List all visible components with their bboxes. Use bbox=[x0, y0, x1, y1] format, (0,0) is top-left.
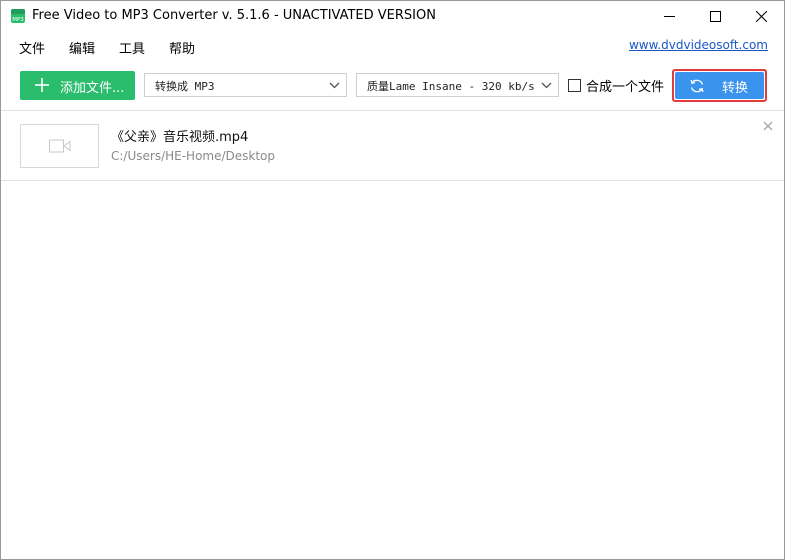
minimize-icon bbox=[663, 16, 675, 17]
file-list: 《父亲》音乐视频.mp4 C:/Users/HE-Home/Desktop bbox=[1, 112, 784, 559]
video-thumbnail bbox=[20, 124, 99, 168]
menu-edit[interactable]: 编辑 bbox=[69, 38, 95, 57]
output-format-select[interactable]: 转换成 MP3 bbox=[144, 73, 347, 97]
minimize-button[interactable] bbox=[646, 1, 692, 32]
quality-select[interactable]: 质量Lame Insane - 320 kb/s bbox=[356, 73, 559, 97]
list-item[interactable]: 《父亲》音乐视频.mp4 C:/Users/HE-Home/Desktop bbox=[1, 112, 784, 181]
close-window-button[interactable] bbox=[738, 1, 784, 32]
convert-button-highlight: 转换 bbox=[672, 69, 767, 102]
file-name: 《父亲》音乐视频.mp4 bbox=[111, 130, 249, 145]
app-window: MP3 Free Video to MP3 Converter v. 5.1.6… bbox=[0, 0, 785, 560]
add-files-button[interactable]: 添加文件... bbox=[20, 71, 135, 100]
add-files-label: 添加文件... bbox=[60, 81, 125, 96]
menu-file[interactable]: 文件 bbox=[19, 38, 45, 57]
merge-option[interactable]: 合成一个文件 bbox=[568, 77, 665, 95]
chevron-down-icon bbox=[329, 82, 340, 89]
convert-button[interactable]: 转换 bbox=[675, 72, 764, 99]
menu-bar: 文件 编辑 工具 帮助 www.dvdvideosoft.com bbox=[1, 32, 784, 59]
quality-value: 质量Lame Insane - 320 kb/s bbox=[367, 80, 535, 93]
website-link[interactable]: www.dvdvideosoft.com bbox=[629, 38, 768, 52]
app-logo-icon: MP3 bbox=[11, 9, 25, 23]
menu-tools[interactable]: 工具 bbox=[119, 38, 145, 57]
video-camera-icon bbox=[49, 139, 71, 153]
window-title: Free Video to MP3 Converter v. 5.1.6 - U… bbox=[32, 8, 436, 23]
toolbar: 添加文件... 转换成 MP3 质量Lame Insane - 320 kb/s… bbox=[1, 59, 784, 111]
merge-checkbox[interactable] bbox=[568, 78, 581, 92]
maximize-button[interactable] bbox=[692, 1, 738, 32]
refresh-icon bbox=[690, 79, 704, 93]
menu-help[interactable]: 帮助 bbox=[169, 38, 195, 57]
remove-file-icon[interactable] bbox=[762, 120, 774, 132]
file-path: C:/Users/HE-Home/Desktop bbox=[111, 149, 276, 163]
app-logo-text: MP3 bbox=[12, 17, 24, 23]
plus-icon bbox=[35, 78, 49, 92]
maximize-icon bbox=[709, 11, 721, 22]
close-icon bbox=[755, 11, 767, 22]
convert-label: 转换 bbox=[722, 81, 749, 96]
chevron-down-icon bbox=[541, 82, 552, 89]
merge-label: 合成一个文件 bbox=[586, 79, 665, 95]
title-bar: MP3 Free Video to MP3 Converter v. 5.1.6… bbox=[1, 1, 784, 32]
output-format-value: 转换成 MP3 bbox=[155, 80, 215, 93]
